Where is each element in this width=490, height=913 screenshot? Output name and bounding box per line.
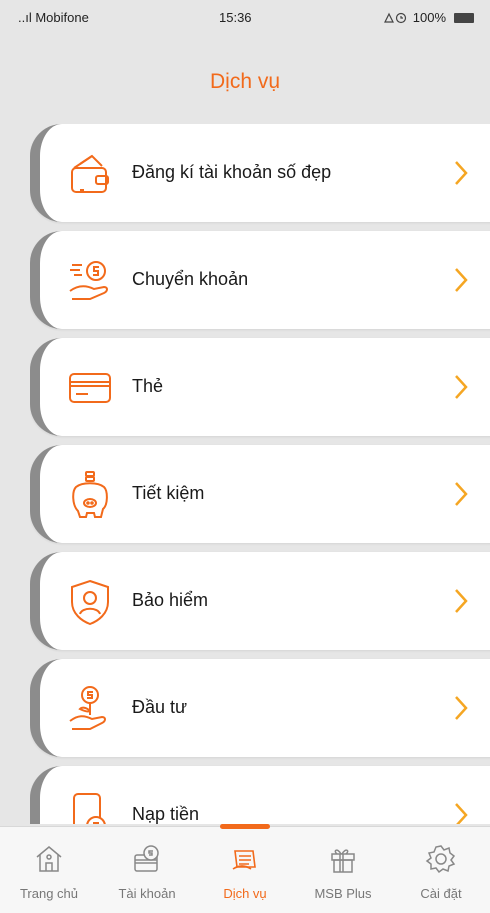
- tab-label: MSB Plus: [314, 886, 372, 901]
- service-item-top-up[interactable]: Nạp tiền: [30, 766, 490, 824]
- service-label: Tiết kiệm: [132, 483, 205, 503]
- chevron-right-icon: [455, 375, 468, 399]
- status-bar: ..ıl Mobifone 15:36 100%: [0, 0, 490, 36]
- services-icon: [232, 850, 256, 870]
- service-item-transfer[interactable]: Chuyển khoản: [30, 231, 490, 329]
- tab-msb-plus[interactable]: MSB Plus: [294, 827, 392, 913]
- piggy-bank-icon: [72, 471, 108, 518]
- chevron-right-icon: [455, 482, 468, 506]
- chevron-right-icon: [455, 161, 468, 185]
- chevron-right-icon: [455, 803, 468, 824]
- chevron-right-icon: [455, 268, 468, 292]
- money-transfer-icon: [69, 261, 108, 300]
- tab-label: Cài đặt: [420, 886, 462, 901]
- service-item-register-account[interactable]: Đăng kí tài khoản số đẹp: [30, 124, 490, 222]
- battery-icon: [454, 12, 474, 23]
- chevron-right-icon: [455, 696, 468, 720]
- service-list[interactable]: Đăng kí tài khoản số đẹp Chuyển khoản Th…: [30, 124, 490, 824]
- account-icon: [134, 845, 159, 872]
- card-icon: [69, 373, 111, 403]
- carrier-label: ..ıl Mobifone: [18, 10, 89, 25]
- investment-icon: [69, 686, 106, 730]
- service-item-savings[interactable]: Tiết kiệm: [30, 445, 490, 543]
- tab-label: Tài khoản: [118, 886, 176, 901]
- service-item-insurance[interactable]: Bảo hiểm: [30, 552, 490, 650]
- service-label: Thẻ: [132, 376, 164, 396]
- chevron-right-icon: [455, 589, 468, 613]
- tab-settings[interactable]: Cài đặt: [392, 827, 490, 913]
- alarm-icon: [383, 12, 406, 23]
- home-icon: [36, 846, 62, 872]
- service-label: Đăng kí tài khoản số đẹp: [132, 162, 332, 182]
- tab-home[interactable]: Trang chủ: [0, 827, 98, 913]
- wallet-icon: [71, 154, 109, 193]
- status-right: 100%: [383, 10, 474, 25]
- bottom-tab-bar: Trang chủ Tài khoản Dịch vụ MSB Plus Cài…: [0, 824, 490, 913]
- service-item-card[interactable]: Thẻ: [30, 338, 490, 436]
- service-label: Chuyển khoản: [132, 269, 249, 289]
- tab-label: Dịch vụ: [223, 886, 267, 901]
- tab-label: Trang chủ: [19, 886, 79, 901]
- active-tab-indicator: [220, 824, 270, 829]
- service-label: Bảo hiểm: [132, 590, 209, 610]
- settings-gear-icon: [425, 845, 456, 874]
- clock-label: 15:36: [219, 10, 252, 25]
- service-label: Đầu tư: [132, 697, 188, 717]
- page-title: Dịch vụ: [209, 70, 281, 93]
- gift-icon: [331, 849, 355, 873]
- insurance-shield-icon: [71, 579, 109, 626]
- tab-services[interactable]: Dịch vụ: [196, 824, 294, 913]
- service-label: Nạp tiền: [132, 804, 200, 824]
- tab-account[interactable]: Tài khoản: [98, 827, 196, 913]
- service-item-investment[interactable]: Đầu tư: [30, 659, 490, 757]
- top-up-phone-icon: [73, 793, 106, 824]
- battery-percent: 100%: [412, 10, 446, 25]
